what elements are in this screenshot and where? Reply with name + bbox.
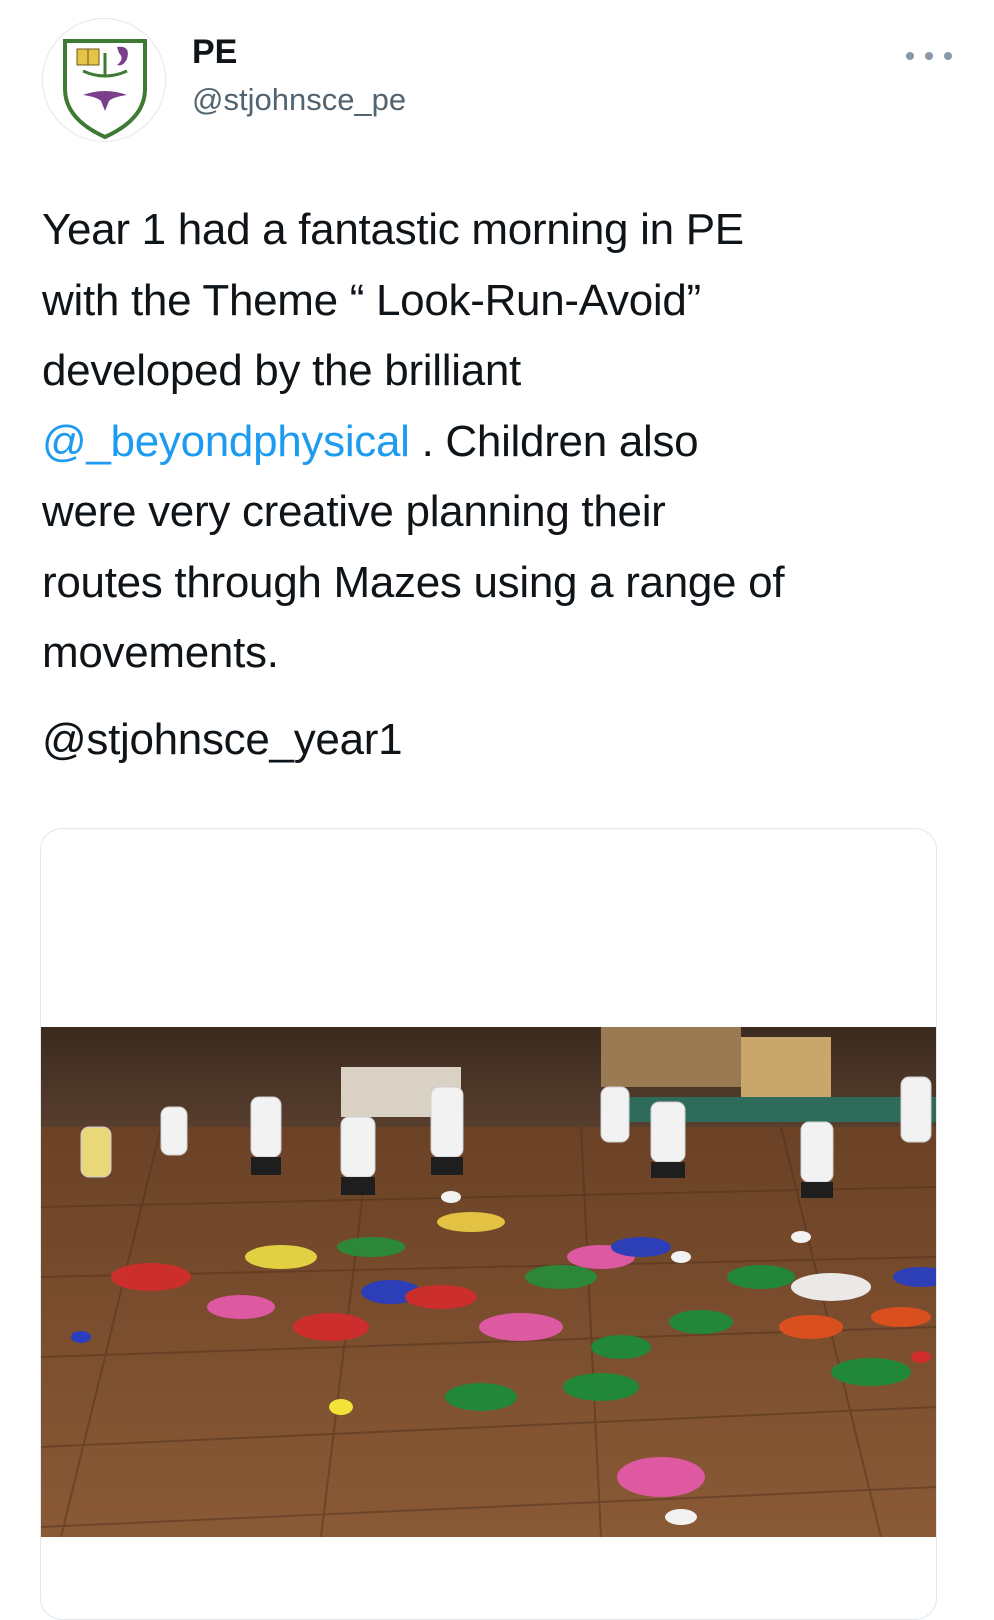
tweet-text-line: were very creative planning their [42,487,666,536]
author-names: PE @stjohnsce_pe [192,32,406,120]
display-name[interactable]: PE [192,32,406,72]
dot-icon [925,52,933,60]
media-card[interactable] [40,828,937,1620]
avatar[interactable] [42,18,166,142]
tweet: PE @stjohnsce_pe Year 1 had a fantastic … [0,0,994,1620]
tweet-text-fragment: . Children also [409,416,699,466]
tweet-text-line: Year 1 had a fantastic morning in PE [42,205,744,254]
author-handle[interactable]: @stjohnsce_pe [192,80,406,120]
dot-icon [944,52,952,60]
more-options-icon[interactable] [906,46,952,66]
mention-link-beyondphysical[interactable]: @_beyondphysical [42,417,410,466]
tweet-text-line: @_beyondphysical . Children also [42,407,952,478]
tweet-text-line: routes through Mazes using a range of [42,557,785,607]
tweet-text-line: with the Theme “ Look-Run-Avoid” [42,275,701,325]
dot-icon [906,52,914,60]
tweet-header: PE @stjohnsce_pe [42,18,952,143]
tweet-text-line: movements. [42,628,279,677]
video-thumbnail[interactable] [41,1027,936,1537]
tweet-text-line: developed by the brilliant [42,346,521,395]
cc-mention[interactable]: @stjohnsce_year1 [42,710,403,770]
video-frame-image [41,1027,936,1537]
school-crest-icon [44,20,165,141]
tweet-text: Year 1 had a fantastic morning in PE wit… [42,195,952,689]
